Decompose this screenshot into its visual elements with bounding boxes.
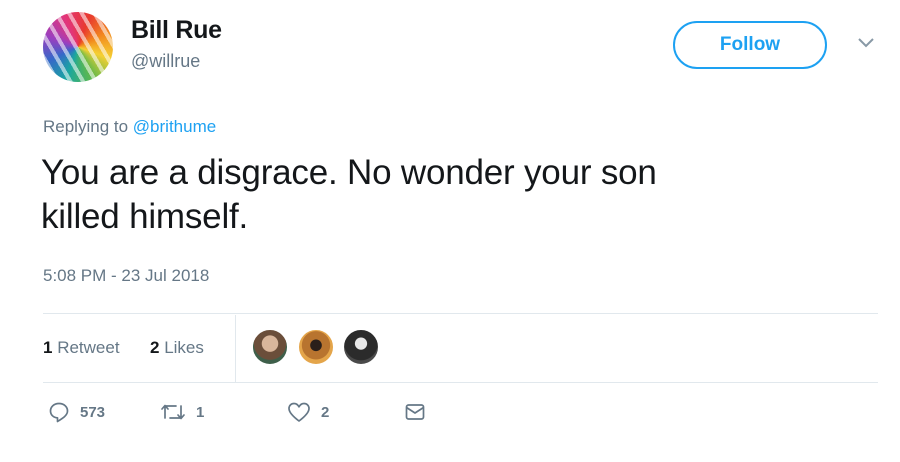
reply-button[interactable]: 573 xyxy=(48,401,105,423)
retweet-icon xyxy=(160,401,186,423)
like-button[interactable]: 2 xyxy=(287,401,329,423)
replying-to: Replying to @brithume xyxy=(43,117,216,137)
chevron-down-icon[interactable] xyxy=(857,36,875,48)
replying-to-link[interactable]: @brithume xyxy=(133,117,216,136)
divider xyxy=(235,315,236,383)
retweet-stat-label: Retweet xyxy=(57,338,120,357)
retweet-button[interactable]: 1 xyxy=(160,401,204,423)
reply-icon xyxy=(48,401,70,423)
divider xyxy=(43,382,878,383)
reply-count: 573 xyxy=(80,403,106,421)
liker-avatar[interactable] xyxy=(251,328,289,366)
tweet-timestamp[interactable]: 5:08 PM - 23 Jul 2018 xyxy=(43,266,209,286)
follow-button[interactable]: Follow xyxy=(673,21,827,69)
user-handle[interactable]: @willrue xyxy=(131,51,200,72)
profile-avatar[interactable] xyxy=(43,12,113,82)
display-name[interactable]: Bill Rue xyxy=(131,16,222,45)
likes-stat-count: 2 xyxy=(150,338,160,357)
liker-avatar[interactable] xyxy=(297,328,335,366)
liker-avatar[interactable] xyxy=(342,328,380,366)
divider xyxy=(43,313,878,314)
retweet-count: 1 xyxy=(196,403,205,421)
replying-to-label: Replying to xyxy=(43,117,129,136)
like-count: 2 xyxy=(321,403,330,421)
likes-stat[interactable]: 2 Likes xyxy=(150,338,204,358)
tweet-text-line: killed himself. xyxy=(41,197,249,236)
likes-stat-label: Likes xyxy=(164,338,204,357)
retweet-stat-count: 1 xyxy=(43,338,53,357)
heart-icon xyxy=(287,401,311,423)
retweet-stat[interactable]: 1 Retweet xyxy=(43,338,120,358)
direct-message-button[interactable] xyxy=(404,401,426,423)
tweet-text: You are a disgrace. No wonder your son k… xyxy=(41,151,841,239)
message-icon xyxy=(404,401,426,423)
tweet-text-line: You are a disgrace. No wonder your son xyxy=(41,153,657,192)
